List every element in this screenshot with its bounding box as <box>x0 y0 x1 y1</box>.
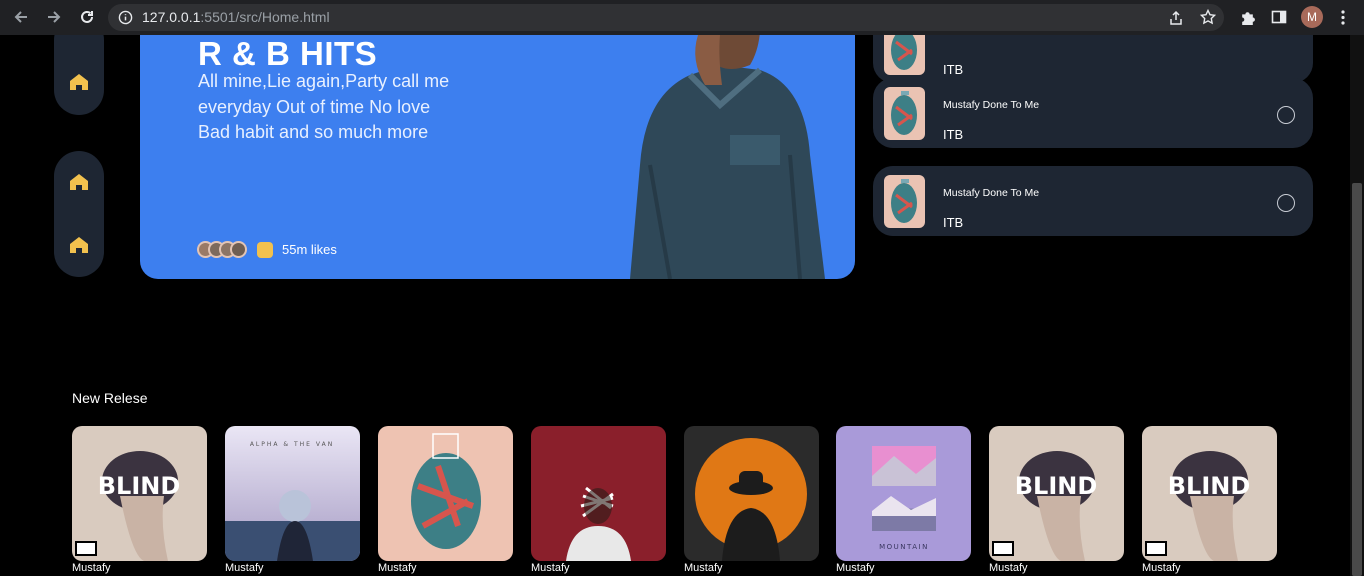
home-icon[interactable] <box>69 236 89 254</box>
scrollbar-thumb[interactable] <box>1352 183 1362 576</box>
song-thumbnail <box>884 175 925 228</box>
browser-toolbar: 127.0.0.1:5501/src/Home.html M <box>0 0 1364 35</box>
url-text: 127.0.0.1:5501/src/Home.html <box>142 9 330 25</box>
share-icon[interactable] <box>1168 10 1184 26</box>
forward-button[interactable] <box>42 5 66 29</box>
song-artist: ITB <box>943 127 964 142</box>
song-artist: ITB <box>943 215 964 230</box>
song-thumbnail <box>884 87 925 140</box>
avatar <box>230 241 247 258</box>
song-thumbnail <box>884 35 925 75</box>
song-title: Mustafy Done To Me <box>943 99 1040 111</box>
album-artist: Mustafy <box>225 562 264 574</box>
album-cover-text: MOUNTAIN <box>879 543 929 551</box>
album-artist: Mustafy <box>531 562 570 574</box>
profile-avatar[interactable]: M <box>1301 6 1323 28</box>
star-icon[interactable] <box>1200 9 1216 25</box>
home-icon[interactable] <box>69 73 89 91</box>
likes-count: 55m likes <box>282 242 337 257</box>
album-artist: Mustafy <box>72 562 111 574</box>
song-card[interactable]: ITB <box>873 35 1313 83</box>
album-cover[interactable] <box>684 426 819 561</box>
address-bar[interactable]: 127.0.0.1:5501/src/Home.html <box>108 4 1224 31</box>
album-artist: Mustafy <box>836 562 875 574</box>
reload-icon <box>81 10 93 23</box>
album-cover[interactable]: BLIND <box>1142 426 1277 561</box>
home-icon[interactable] <box>69 173 89 191</box>
page-viewport: R & B HITS All mine,Lie again,Party call… <box>0 35 1364 576</box>
song-card[interactable]: Mustafy Done To Me ITB <box>873 166 1313 236</box>
hero-likes: 55m likes <box>197 241 337 258</box>
song-title: Mustafy Done To Me <box>943 187 1040 199</box>
album-cover[interactable] <box>378 426 513 561</box>
album-artist: Mustafy <box>378 562 417 574</box>
user-icon[interactable] <box>1277 106 1295 124</box>
info-icon[interactable] <box>118 10 133 25</box>
album-cover[interactable]: ALPHA & THE VAN <box>225 426 360 561</box>
back-arrow-icon <box>14 11 27 23</box>
album-cover-text: BLIND <box>98 472 181 500</box>
reload-button[interactable] <box>75 5 99 29</box>
hero-banner[interactable]: R & B HITS All mine,Lie again,Party call… <box>140 35 855 279</box>
page-scrollbar[interactable] <box>1350 35 1364 576</box>
album-cover-text: BLIND <box>1168 472 1251 500</box>
song-artist: ITB <box>943 62 964 77</box>
singer-image <box>630 35 825 279</box>
user-icon[interactable] <box>1277 194 1295 212</box>
side-nav-top <box>54 35 104 115</box>
song-card[interactable]: Mustafy Done To Me ITB <box>873 78 1313 148</box>
back-button[interactable] <box>9 5 33 29</box>
album-artist: Mustafy <box>1142 562 1181 574</box>
album-cover-text: BLIND <box>1015 472 1098 500</box>
album-artist: Mustafy <box>989 562 1028 574</box>
album-cover[interactable]: MOUNTAIN <box>836 426 971 561</box>
forward-arrow-icon <box>48 11 61 23</box>
side-nav-bottom <box>54 151 104 277</box>
album-cover[interactable]: BLIND <box>72 426 207 561</box>
hero-description: All mine,Lie again,Party call me everyda… <box>198 71 450 142</box>
album-artist: Mustafy <box>684 562 723 574</box>
menu-dots-icon[interactable] <box>1340 9 1346 26</box>
side-panel-icon[interactable] <box>1271 9 1287 25</box>
album-cover-text: ALPHA & THE VAN <box>250 441 334 448</box>
album-cover[interactable] <box>531 426 666 561</box>
album-cover[interactable]: BLIND <box>989 426 1124 561</box>
extensions-icon[interactable] <box>1239 9 1256 26</box>
hero-title: R & B HITS <box>198 35 378 72</box>
new-release-title: New Relese <box>72 390 148 406</box>
likes-icon <box>257 241 273 258</box>
